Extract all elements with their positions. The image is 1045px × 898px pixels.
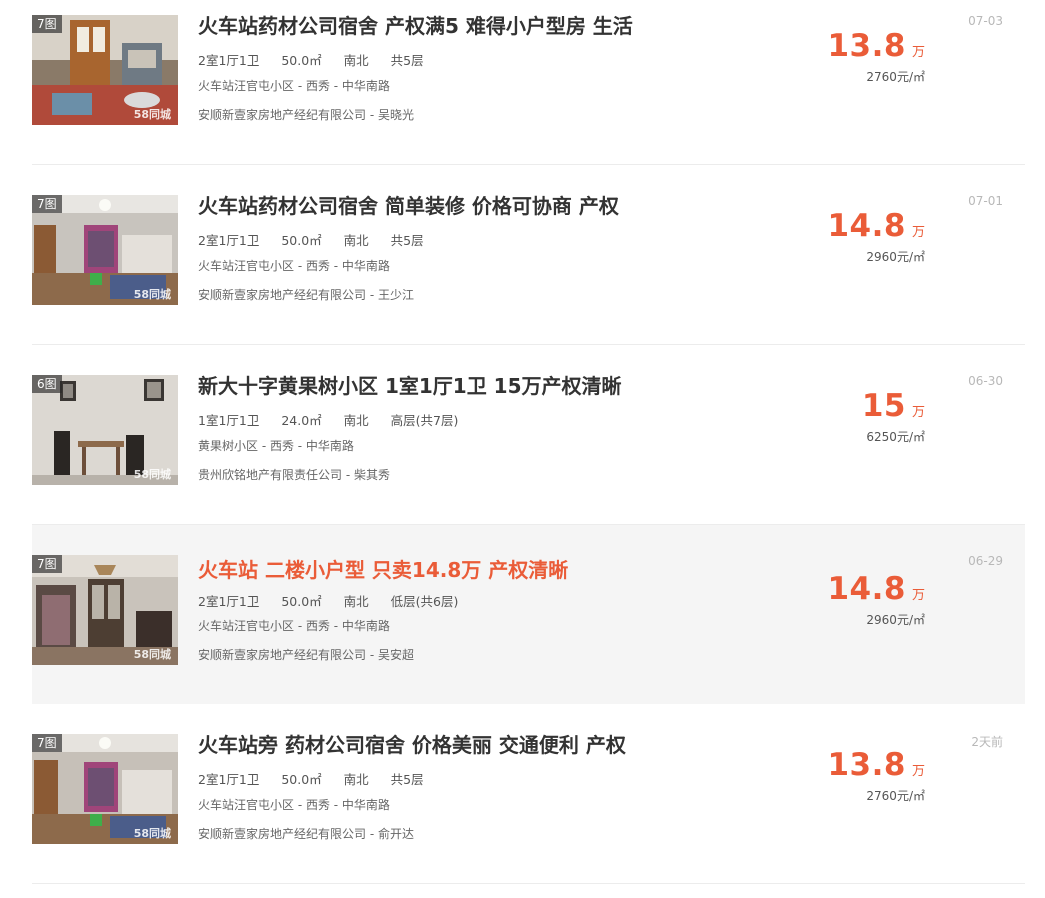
room-layout: 1室1厅1卫: [198, 413, 260, 428]
listing-photo[interactable]: 7图 58同城: [32, 734, 178, 844]
listing-title[interactable]: 火车站旁 药材公司宿舍 价格美丽 交通便利 产权: [198, 729, 626, 758]
orientation: 南北: [343, 233, 369, 248]
total-price: 14.8 万: [725, 571, 925, 607]
listing-address[interactable]: 火车站汪官屯小区 - 西秀 - 中华南路: [198, 796, 390, 813]
price-block: 15 万 6250元/㎡: [725, 388, 925, 445]
listing-address[interactable]: 火车站汪官屯小区 - 西秀 - 中华南路: [198, 77, 390, 94]
listing-address[interactable]: 黄果树小区 - 西秀 - 中华南路: [198, 437, 354, 454]
unit-price: 2960元/㎡: [866, 250, 925, 264]
listing-title[interactable]: 火车站药材公司宿舍 产权满5 难得小户型房 生活: [198, 10, 633, 39]
watermark: 58同城: [133, 648, 171, 661]
price-unit: 万: [911, 588, 925, 603]
listing-specs: 2室1厅1卫 50.0㎡ 南北 共5层: [198, 230, 442, 249]
price-value: 13.8: [827, 747, 906, 783]
floor-info: 低层(共6层): [390, 594, 459, 609]
listing-photo[interactable]: 7图 58同城: [32, 15, 178, 125]
listing-item[interactable]: 7图 58同城 火车站药材公司宿舍 简单装修 价格可协商 产权 2室1厅1卫 5…: [32, 180, 1025, 359]
price-block: 14.8 万 2960元/㎡: [725, 208, 925, 265]
price-value: 13.8: [827, 28, 906, 64]
post-date: 2天前: [971, 735, 1003, 749]
listing-agent: 安顺新壹家房地产经纪有限公司 - 俞开达: [198, 827, 414, 841]
total-price: 14.8 万: [725, 208, 925, 244]
watermark: 58同城: [133, 288, 171, 301]
listing-list: 7图 58同城 火车站药材公司宿舍 产权满5 难得小户型房 生活 2室1厅1卫 …: [0, 0, 1045, 898]
price-block: 13.8 万 2760元/㎡: [725, 747, 925, 804]
post-date: 07-03: [968, 14, 1003, 28]
floor-info: 共5层: [390, 772, 424, 787]
listing-photo[interactable]: 7图 58同城: [32, 195, 178, 305]
total-price: 13.8 万: [725, 747, 925, 783]
listing-specs: 2室1厅1卫 50.0㎡ 南北 低层(共6层): [198, 591, 476, 610]
listing-specs: 2室1厅1卫 50.0㎡ 南北 共5层: [198, 50, 442, 69]
watermark: 58同城: [133, 108, 171, 121]
listing-agent: 贵州欣铭地产有限责任公司 - 柴其秀: [198, 468, 390, 482]
listing-title[interactable]: 火车站药材公司宿舍 简单装修 价格可协商 产权: [198, 190, 619, 219]
area: 50.0㎡: [281, 594, 322, 609]
price-block: 13.8 万 2760元/㎡: [725, 28, 925, 85]
area: 50.0㎡: [281, 772, 322, 787]
floor-info: 共5层: [390, 233, 424, 248]
divider: [32, 883, 1025, 884]
price-unit: 万: [911, 764, 925, 779]
listing-agent: 安顺新壹家房地产经纪有限公司 - 吴安超: [198, 648, 414, 662]
listing-address[interactable]: 火车站汪官屯小区 - 西秀 - 中华南路: [198, 257, 390, 274]
floor-info: 高层(共7层): [390, 413, 459, 428]
listing-agent: 安顺新壹家房地产经纪有限公司 - 王少江: [198, 288, 414, 302]
total-price: 13.8 万: [725, 28, 925, 64]
listing-specs: 1室1厅1卫 24.0㎡ 南北 高层(共7层): [198, 410, 476, 429]
listing-item[interactable]: 7图 58同城 火车站药材公司宿舍 产权满5 难得小户型房 生活 2室1厅1卫 …: [32, 0, 1025, 179]
listing-title[interactable]: 火车站 二楼小户型 只卖14.8万 产权清晰: [198, 554, 568, 583]
orientation: 南北: [343, 594, 369, 609]
orientation: 南北: [343, 53, 369, 68]
listing-item[interactable]: 7图 58同城 火车站旁 药材公司宿舍 价格美丽 交通便利 产权 2室1厅1卫 …: [32, 719, 1025, 898]
unit-price: 2960元/㎡: [866, 613, 925, 627]
unit-price: 6250元/㎡: [866, 430, 925, 444]
price-value: 14.8: [827, 571, 906, 607]
room-layout: 2室1厅1卫: [198, 233, 260, 248]
price-unit: 万: [911, 225, 925, 240]
price-unit: 万: [911, 405, 925, 420]
divider: [32, 344, 1025, 345]
price-unit: 万: [911, 45, 925, 60]
listing-photo[interactable]: 7图 58同城: [32, 555, 178, 665]
photo-count-badge: 6图: [32, 375, 62, 393]
listing-address[interactable]: 火车站汪官屯小区 - 西秀 - 中华南路: [198, 617, 390, 634]
price-value: 15: [861, 388, 906, 424]
listing-title[interactable]: 新大十字黄果树小区 1室1厅1卫 15万产权清晰: [198, 370, 622, 399]
area: 24.0㎡: [281, 413, 322, 428]
watermark: 58同城: [133, 827, 171, 840]
listing-item-highlighted[interactable]: 7图 58同城 火车站 二楼小户型 只卖14.8万 产权清晰 2室1厅1卫 50…: [32, 525, 1025, 704]
room-layout: 2室1厅1卫: [198, 594, 260, 609]
price-value: 14.8: [827, 208, 906, 244]
listing-specs: 2室1厅1卫 50.0㎡ 南北 共5层: [198, 769, 442, 788]
orientation: 南北: [343, 772, 369, 787]
listing-agent: 安顺新壹家房地产经纪有限公司 - 吴晓光: [198, 108, 414, 122]
area: 50.0㎡: [281, 233, 322, 248]
divider: [32, 164, 1025, 165]
post-date: 07-01: [968, 194, 1003, 208]
listing-item[interactable]: 6图 58同城 新大十字黄果树小区 1室1厅1卫 15万产权清晰 1室1厅1卫 …: [32, 360, 1025, 539]
area: 50.0㎡: [281, 53, 322, 68]
room-layout: 2室1厅1卫: [198, 772, 260, 787]
unit-price: 2760元/㎡: [866, 789, 925, 803]
post-date: 06-29: [968, 554, 1003, 568]
listing-photo[interactable]: 6图 58同城: [32, 375, 178, 485]
floor-info: 共5层: [390, 53, 424, 68]
watermark: 58同城: [133, 468, 171, 481]
photo-count-badge: 7图: [32, 15, 62, 33]
post-date: 06-30: [968, 374, 1003, 388]
room-layout: 2室1厅1卫: [198, 53, 260, 68]
unit-price: 2760元/㎡: [866, 70, 925, 84]
photo-count-badge: 7图: [32, 734, 62, 752]
photo-count-badge: 7图: [32, 555, 62, 573]
photo-count-badge: 7图: [32, 195, 62, 213]
price-block: 14.8 万 2960元/㎡: [725, 571, 925, 628]
orientation: 南北: [343, 413, 369, 428]
total-price: 15 万: [725, 388, 925, 424]
